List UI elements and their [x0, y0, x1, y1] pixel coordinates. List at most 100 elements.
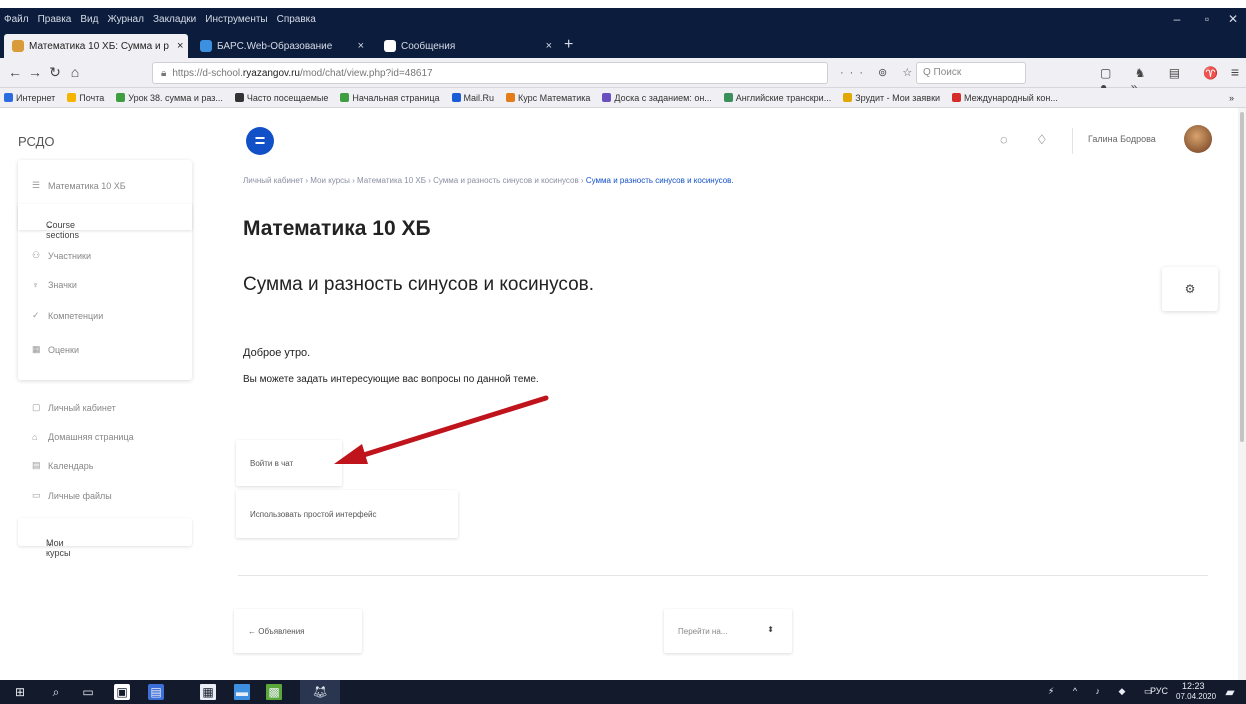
tab-close-icon[interactable]: × [350, 40, 364, 52]
bookmarks-overflow-icon[interactable]: » [1229, 93, 1234, 103]
bookmark-item[interactable]: Начальная страница [340, 93, 440, 103]
menu-item[interactable]: Файл [4, 14, 29, 25]
messages-icon[interactable]: ◌ [1000, 132, 1008, 147]
tab-course[interactable]: Математика 10 ХБ: Сумма и р × [4, 34, 188, 58]
tab-messages[interactable]: Сообщения × [376, 34, 560, 58]
user-name[interactable]: Галина Бодрова [1088, 134, 1156, 144]
files-icon: ▭ [32, 490, 41, 500]
clock-time[interactable]: 12:23 [1182, 681, 1205, 691]
back-icon[interactable]: ← [6, 64, 24, 80]
bookmark-item[interactable]: Зрудит - Мои заявки [843, 93, 940, 103]
notifications-icon[interactable]: ▰ [1222, 684, 1238, 700]
sidebar-item-badges[interactable]: ♆ Значки [32, 280, 77, 290]
bookmark-item[interactable]: Английские транскри... [723, 93, 831, 103]
new-tab-button[interactable]: + [564, 36, 573, 54]
breadcrumb: Личный кабинет › Мои курсы › Математика … [243, 176, 734, 185]
simple-interface-button[interactable]: Использовать простой интерфейс [236, 490, 458, 538]
site-logo[interactable]: РСДО [18, 134, 55, 149]
breadcrumb-path[interactable]: Личный кабинет › Мои курсы › Математика … [243, 176, 584, 185]
home-icon[interactable]: ⌂ [66, 64, 84, 80]
sidebar-item-calendar[interactable]: ▤ Календарь [32, 460, 93, 471]
bookmark-label: Часто посещаемые [246, 92, 329, 103]
bookmark-favicon-icon [340, 93, 350, 102]
task-view-icon[interactable]: ▭ [80, 684, 96, 700]
tray-icons[interactable]: ⚡︎ ^ ♪ ◆ ▭ [1048, 686, 1160, 697]
dashboard-icon: ▢ [32, 402, 41, 412]
annotation-arrow-shaft [351, 395, 549, 461]
menu-item[interactable]: Вид [80, 14, 98, 25]
sidebar-item-grades[interactable]: ▦ Оценки [32, 344, 79, 355]
clock-date[interactable]: 07.04.2020 [1176, 692, 1216, 701]
sidebar-item-label: Значки [48, 280, 77, 290]
bookmark-item[interactable]: Международный кон... [952, 93, 1058, 103]
firefox-icon[interactable]: 🦊︎ [300, 680, 340, 704]
nav-bar: ← → ↻ ⌂ 🔒︎ https://d-school. ryazangov.ru… [0, 58, 1246, 94]
sidebar-item-label: Домашняя страница [48, 432, 134, 442]
bookmark-favicon-icon [843, 93, 853, 102]
menu-item[interactable]: Правка [38, 14, 72, 25]
minecraft-icon[interactable]: ▩ [266, 684, 282, 700]
bookmark-label: Интернет [16, 92, 56, 103]
sidebar-item-competencies[interactable]: ✓ Компетенции [32, 310, 103, 321]
drawer-toggle-button[interactable]: = [246, 127, 274, 155]
settings-gear-button[interactable]: ⚙ [1162, 267, 1218, 311]
home-page-icon: ⌂ [32, 432, 38, 442]
search-input[interactable]: Q Поиск [916, 62, 1026, 84]
minimize-icon[interactable]: – [1162, 8, 1192, 30]
sidebar-item-label: Личные файлы [48, 490, 112, 501]
bookmark-item[interactable]: Доска с заданием: он... [602, 93, 712, 103]
calculator-icon[interactable]: ▦ [200, 684, 216, 700]
tab-close-icon[interactable]: × [538, 40, 552, 52]
sidebar-item-files[interactable]: ▭ Личные файлы [32, 490, 112, 501]
windows-start-icon[interactable]: ⊞ [12, 684, 28, 700]
bookmark-favicon-icon [952, 93, 962, 102]
bell-icon[interactable]: ♢ [1036, 132, 1048, 148]
reload-icon[interactable]: ↻ [46, 64, 64, 81]
sidebar-item-my-courses[interactable]: ⌄ Мои курсы [18, 518, 192, 558]
bookmark-item[interactable]: Курс Математика [506, 93, 590, 103]
avatar[interactable] [1184, 125, 1212, 153]
sidebar-item-dashboard[interactable]: ▢ Личный кабинет [32, 402, 116, 413]
bookmark-item[interactable]: Урок 38. сумма и раз... [116, 93, 223, 103]
sidebar-item-participants[interactable]: ⚇ Участники [32, 250, 91, 261]
close-window-icon[interactable]: ✕ [1218, 8, 1246, 30]
photos-icon[interactable]: ▬ [234, 684, 250, 700]
activity-title: Сумма и разность синусов и косинусов. [243, 274, 595, 295]
bookmark-favicon-icon [116, 93, 126, 102]
page-actions-icon[interactable]: ··· ⊚ ☆ [840, 66, 918, 79]
explorer-icon[interactable]: ▤ [148, 684, 164, 700]
bookmark-item[interactable]: Интернет [4, 93, 55, 103]
store-icon[interactable]: ▣ [114, 684, 130, 700]
sidebar-item-course[interactable]: ☰ Математика 10 ХБ [32, 180, 126, 191]
bookmark-label: Курс Математика [518, 92, 591, 103]
url-path: /mod/chat/view.php?id=48617 [300, 67, 433, 79]
input-language[interactable]: РУС [1150, 686, 1168, 696]
bookmark-item[interactable]: Часто посещаемые [234, 92, 329, 103]
calendar-icon: ▤ [32, 460, 41, 470]
menu-item[interactable]: Инструменты [205, 14, 267, 25]
search-icon[interactable]: ⌕ [48, 684, 64, 700]
previous-activity-link[interactable]: ← Объявления [234, 609, 362, 653]
bookmark-item[interactable]: Почта [67, 93, 104, 103]
my-courses-label: Мои курсы [46, 538, 71, 558]
breadcrumb-current[interactable]: Сумма и разность синусов и косинусов. [586, 176, 734, 185]
url-domain: ryazangov.ru [242, 67, 300, 79]
forward-icon[interactable]: → [26, 64, 44, 80]
gear-icon: ⚙ [1184, 282, 1196, 296]
sidebar-item-sections[interactable]: ⌄ Course sections [18, 204, 192, 240]
scrollbar-thumb[interactable] [1240, 112, 1244, 442]
address-bar[interactable]: 🔒︎ https://d-school. ryazangov.ru/mod/cha… [152, 62, 828, 84]
menu-icon[interactable]: ≡ [1226, 64, 1244, 80]
menu-item[interactable]: Справка [277, 14, 316, 25]
users-icon: ⚇ [32, 250, 41, 260]
tab-bars[interactable]: БАРС.Web-Образование × [192, 34, 372, 58]
sidebar-item-home[interactable]: ⌂ Домашняя страница [32, 432, 134, 442]
enter-chat-button[interactable]: Войти в чат [236, 440, 342, 486]
course-favicon-icon [12, 40, 24, 52]
menu-item[interactable]: Закладки [153, 14, 196, 25]
sidebar-item-label: Участники [48, 250, 91, 261]
menu-item[interactable]: Журнал [107, 14, 144, 25]
bookmark-item[interactable]: Mail.Ru [451, 93, 494, 103]
tab-close-icon[interactable]: × [169, 40, 183, 52]
jump-to-select[interactable]: Перейти на... ⬍ [664, 609, 792, 653]
